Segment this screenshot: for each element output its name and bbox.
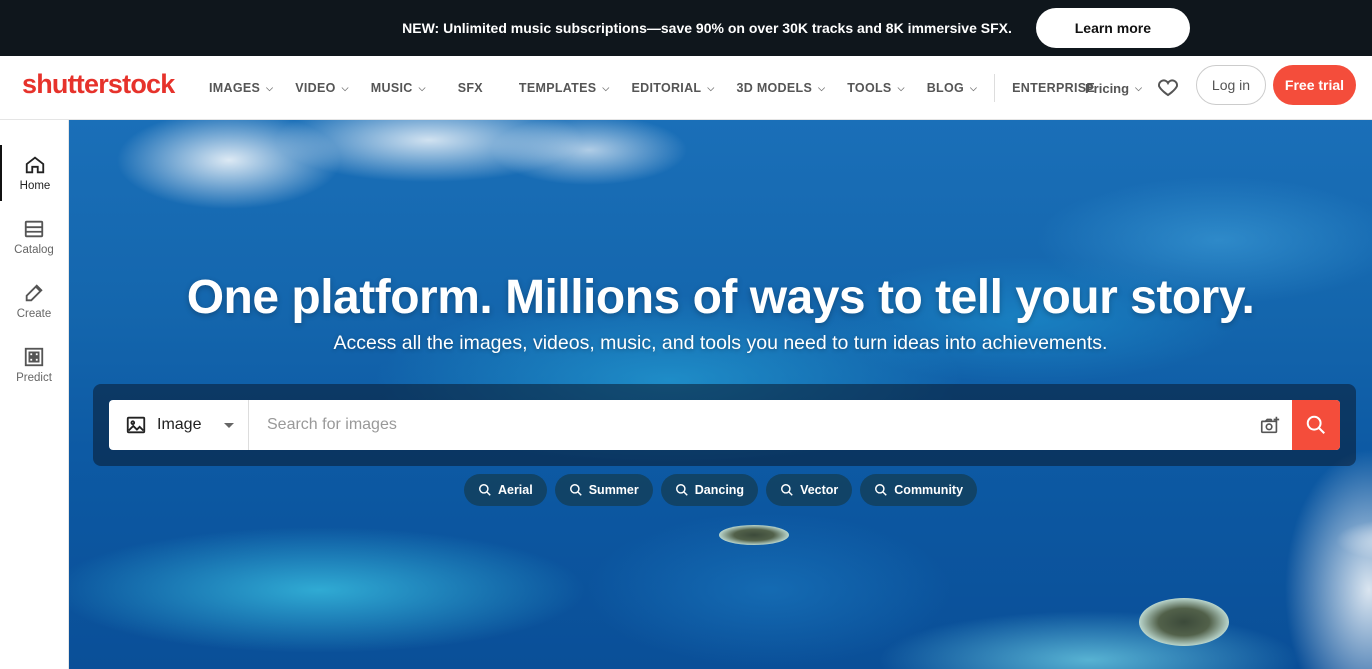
chevron-down-icon: ⌵	[266, 82, 274, 93]
nav-label: 3D MODELS	[736, 81, 813, 95]
sidebar-item-catalog[interactable]: Catalog	[0, 209, 68, 265]
free-trial-button[interactable]: Free trial	[1273, 65, 1356, 105]
hero-title: One platform. Millions of ways to tell y…	[186, 271, 1255, 324]
nav-label: TEMPLATES	[518, 81, 597, 95]
image-search-button[interactable]	[1248, 400, 1292, 450]
nav-label: TOOLS	[847, 81, 892, 95]
promo-text: NEW: Unlimited music subscriptions—save …	[402, 20, 1012, 36]
chevron-down-icon: ⌵	[602, 82, 610, 93]
chip-community[interactable]: Community	[860, 474, 978, 506]
sidebar-label-predict: Predict	[16, 372, 52, 384]
chip-label: Aerial	[497, 483, 533, 497]
promo-banner: NEW: Unlimited music subscriptions—save …	[0, 0, 1372, 56]
pricing-label: Pricing	[1085, 80, 1130, 96]
left-sidebar: Home Catalog Create Predict	[0, 120, 69, 669]
search-icon	[875, 484, 888, 496]
heart-icon[interactable]	[1156, 75, 1180, 99]
chevron-down-icon: ⌵	[970, 82, 978, 93]
sidebar-item-home[interactable]: Home	[0, 145, 68, 201]
nav-divider	[994, 74, 996, 102]
catalog-icon	[24, 220, 44, 238]
pricing-menu[interactable]: Pricing ⌵	[1085, 56, 1142, 120]
predict-icon	[24, 347, 44, 367]
chevron-down-icon: ⌵	[897, 82, 905, 93]
chip-summer[interactable]: Summer	[554, 474, 653, 506]
nav-item-music[interactable]: MUSIC ⌵	[360, 56, 437, 120]
search-input[interactable]	[249, 400, 1248, 450]
nav-item-templates[interactable]: TEMPLATES ⌵	[508, 56, 621, 120]
hero-subtitle: Access all the images, videos, music, an…	[333, 332, 1108, 354]
nav-item-editorial[interactable]: EDITORIAL ⌵	[621, 56, 726, 120]
main-nav: IMAGES ⌵ VIDEO ⌵ MUSIC ⌵ SFX TEMPLATES ⌵ EDITORIA…	[198, 56, 1106, 120]
search-icon	[569, 484, 582, 496]
chip-dancing[interactable]: Dancing	[660, 474, 759, 506]
sidebar-label-catalog: Catalog	[14, 244, 54, 256]
chip-label: Dancing	[694, 483, 745, 497]
nav-item-3d-models[interactable]: 3D MODELS ⌵	[725, 56, 836, 120]
nav-label: MUSIC	[370, 81, 413, 95]
media-type-select[interactable]: Image	[109, 400, 249, 450]
home-icon	[25, 156, 45, 174]
chevron-down-icon: ⌵	[341, 82, 349, 93]
hero-section: One platform. Millions of ways to tell y…	[69, 120, 1372, 669]
island-image	[719, 525, 789, 545]
chip-label: Vector	[800, 483, 839, 497]
search-panel: Image	[93, 384, 1356, 466]
camera-plus-icon	[1260, 416, 1280, 434]
shutterstock-logo[interactable]: shutterstock	[22, 69, 175, 100]
search-icon	[675, 484, 688, 496]
suggestion-chips: Aerial Summer Dancing Vector Community	[69, 474, 1372, 506]
nav-item-tools[interactable]: TOOLS ⌵	[836, 56, 915, 120]
nav-item-video[interactable]: VIDEO ⌵	[284, 56, 360, 120]
nav-item-images[interactable]: IMAGES ⌵	[198, 56, 284, 120]
sidebar-label-home: Home	[19, 180, 51, 192]
nav-label: VIDEO	[295, 81, 336, 95]
nav-label: ENTERPRISE	[1012, 81, 1096, 95]
search-icon	[1306, 415, 1325, 434]
chip-vector[interactable]: Vector	[766, 474, 853, 506]
sidebar-label-create: Create	[16, 308, 52, 320]
nav-label: SFX	[457, 81, 483, 95]
chevron-down-icon: ⌵	[707, 82, 715, 93]
sidebar-item-create[interactable]: Create	[0, 273, 68, 329]
caret-down-icon	[224, 422, 234, 428]
nav-item-blog[interactable]: BLOG ⌵	[916, 56, 988, 120]
create-icon	[25, 284, 43, 302]
login-button[interactable]: Log in	[1196, 65, 1266, 105]
chip-label: Community	[894, 483, 964, 497]
island-image	[1139, 598, 1229, 646]
learn-more-button[interactable]: Learn more	[1035, 8, 1190, 48]
chevron-down-icon: ⌵	[1135, 82, 1142, 93]
chip-label: Summer	[588, 483, 639, 497]
search-button[interactable]	[1292, 400, 1340, 450]
nav-label: IMAGES	[209, 81, 261, 95]
nav-label: EDITORIAL	[631, 81, 702, 95]
sidebar-item-predict[interactable]: Predict	[0, 337, 68, 393]
search-icon	[781, 484, 793, 496]
chevron-down-icon: ⌵	[418, 82, 426, 93]
chevron-down-icon: ⌵	[818, 82, 826, 93]
search-bar: Image	[109, 400, 1340, 450]
image-icon	[126, 416, 146, 434]
site-header: shutterstock IMAGES ⌵ VIDEO ⌵ MUSIC ⌵ SFX TEMPL…	[0, 56, 1372, 120]
search-icon	[478, 484, 491, 496]
media-type-label: Image	[157, 416, 202, 433]
nav-label: BLOG	[926, 81, 964, 95]
chip-aerial[interactable]: Aerial	[463, 474, 547, 506]
nav-item-sfx[interactable]: SFX	[437, 56, 508, 120]
